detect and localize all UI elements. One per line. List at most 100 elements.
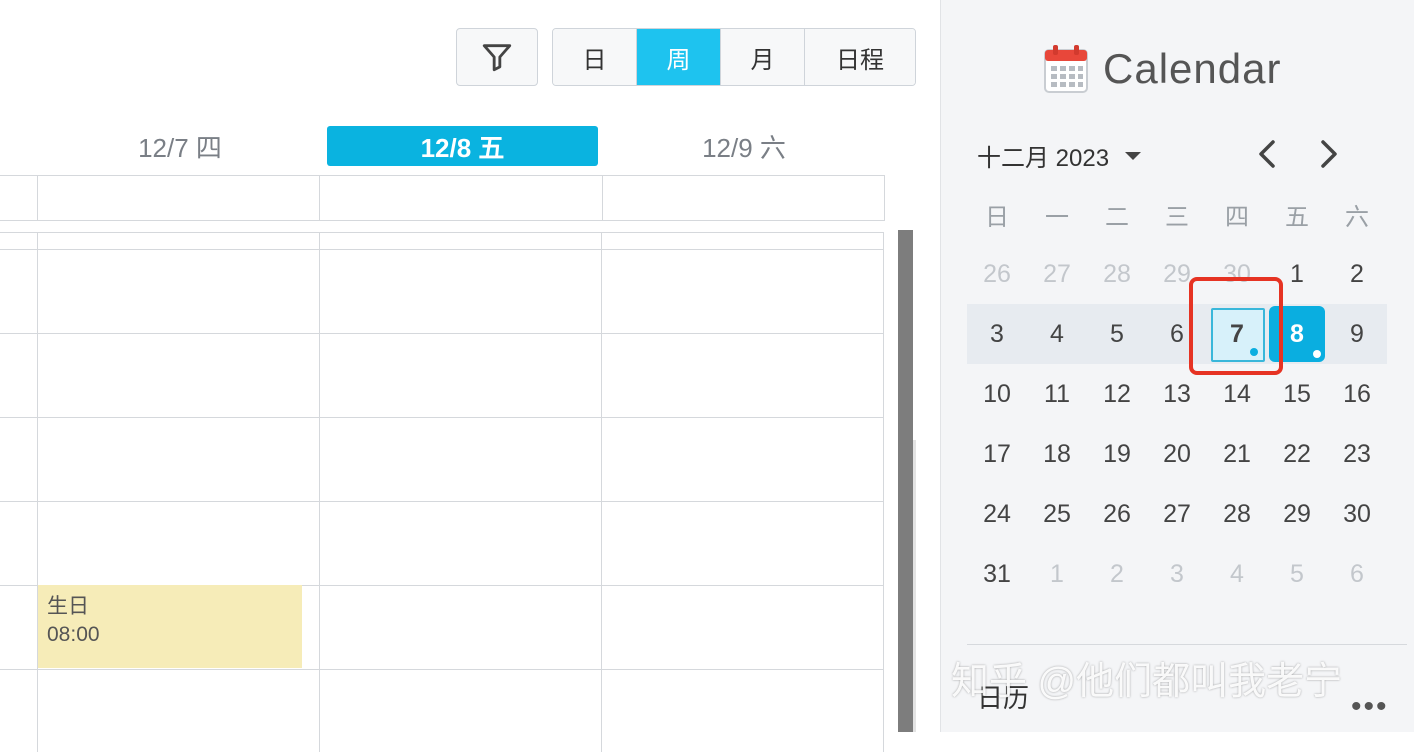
watermark: 知乎 @他们都叫我老宁 [951,661,1343,703]
day-number: 22 [1283,439,1311,468]
view-day-button[interactable]: 日 [553,29,637,85]
day-cell[interactable]: 28 [1087,244,1147,304]
day-cell[interactable]: 27 [1147,484,1207,544]
day-cell[interactable]: 18 [1027,424,1087,484]
day-number: 21 [1223,439,1251,468]
day-cell[interactable]: 29 [1267,484,1327,544]
day-cell[interactable]: 19 [1087,424,1147,484]
day-number: 10 [983,379,1011,408]
day-number: 19 [1103,439,1131,468]
divider [967,644,1407,645]
day-number: 3 [1170,559,1184,588]
chevron-right-icon [1321,140,1337,168]
day-cell[interactable]: 11 [1027,364,1087,424]
day-number: 9 [1350,319,1364,348]
calendar-icon [1044,45,1088,93]
week-row: 17 18 19 20 21 22 23 [967,424,1387,484]
day-cell[interactable]: 25 [1027,484,1087,544]
day-cell[interactable]: 3 [967,304,1027,364]
day-cell[interactable]: 30 [1327,484,1387,544]
day-number: 4 [1050,319,1064,348]
weekday-sun: 日 [985,203,1009,231]
day-cell[interactable]: 5 [1087,304,1147,364]
scrollbar-track [913,440,916,732]
day-header-thu[interactable]: 12/7 四 [40,126,320,166]
day-number: 25 [1043,499,1071,528]
day-cell[interactable]: 21 [1207,424,1267,484]
day-cell[interactable]: 1 [1027,544,1087,604]
day-number: 28 [1223,499,1251,528]
day-header-fri[interactable]: 12/8 五 [327,126,598,166]
more-options-button[interactable]: ••• [1351,690,1389,724]
day-cell[interactable]: 20 [1147,424,1207,484]
day-number: 31 [983,559,1011,588]
day-number: 17 [983,439,1011,468]
event-birthday[interactable]: 生日 08:00 [38,585,302,668]
day-cell[interactable]: 10 [967,364,1027,424]
day-cell[interactable]: 31 [967,544,1027,604]
scrollbar-thumb[interactable] [898,230,913,732]
day-header-sat[interactable]: 12/9 六 [604,126,884,166]
week-row: 24 25 26 27 28 29 30 [967,484,1387,544]
sidebar: Calendar 十二月 2023 日 一 二 三 四 五 六 26 27 28… [940,0,1414,732]
chevron-left-icon [1259,140,1275,168]
day-number: 23 [1343,439,1371,468]
day-number: 6 [1170,319,1184,348]
weekday-thu: 四 [1225,203,1249,231]
day-cell[interactable]: 2 [1327,244,1387,304]
day-cell[interactable]: 9 [1327,304,1387,364]
day-cell[interactable]: 27 [1027,244,1087,304]
day-cell[interactable]: 22 [1267,424,1327,484]
day-number: 20 [1163,439,1191,468]
view-month-button[interactable]: 月 [721,29,805,85]
day-cell[interactable]: 26 [1087,484,1147,544]
week-row: 10 11 12 13 14 15 16 [967,364,1387,424]
filter-icon [482,44,512,72]
day-cell[interactable]: 3 [1147,544,1207,604]
day-number: 30 [1343,499,1371,528]
annotation-highlight-box [1189,277,1283,375]
day-cell[interactable]: 24 [967,484,1027,544]
month-selector[interactable]: 十二月 2023 [977,138,1142,173]
day-number: 16 [1343,379,1371,408]
day-cell[interactable]: 26 [967,244,1027,304]
day-number: 6 [1350,559,1364,588]
day-cell[interactable]: 2 [1087,544,1147,604]
day-cell[interactable]: 12 [1087,364,1147,424]
day-number: 27 [1163,499,1191,528]
view-switcher: 日 周 月 日程 [552,28,916,86]
day-number: 1 [1050,559,1064,588]
next-month-button[interactable] [1313,138,1343,170]
view-week-button[interactable]: 周 [637,29,721,85]
caret-down-icon [1125,151,1142,160]
day-cell[interactable]: 5 [1267,544,1327,604]
view-agenda-button[interactable]: 日程 [805,29,915,85]
day-number: 5 [1110,319,1124,348]
weekday-tue: 二 [1105,203,1129,231]
day-cell[interactable]: 4 [1207,544,1267,604]
weekday-wed: 三 [1165,203,1189,231]
day-number: 24 [983,499,1011,528]
month-label: 十二月 2023 [977,145,1110,172]
day-number: 11 [1044,379,1070,408]
weekday-header: 日 一 二 三 四 五 六 [967,184,1387,244]
time-grid[interactable] [0,232,884,752]
day-cell[interactable]: 6 [1327,544,1387,604]
day-cell[interactable]: 16 [1327,364,1387,424]
day-cell[interactable]: 17 [967,424,1027,484]
week-view: 日 周 月 日程 12/7 四 12/8 五 12/9 六 生日 08:00 [0,0,940,752]
day-number: 26 [983,259,1011,288]
filter-button[interactable] [456,28,538,86]
day-number: 15 [1283,379,1311,408]
week-row-current: 3 4 5 6 7 8 9 [967,304,1387,364]
day-number: 29 [1163,259,1191,288]
day-number: 27 [1043,259,1071,288]
day-cell[interactable]: 4 [1027,304,1087,364]
day-cell[interactable]: 23 [1327,424,1387,484]
day-number: 5 [1290,559,1304,588]
app-brand: Calendar [1043,44,1281,94]
app-title: Calendar [1103,45,1282,92]
all-day-row[interactable] [0,175,885,221]
prev-month-button[interactable] [1253,138,1283,170]
day-cell[interactable]: 28 [1207,484,1267,544]
